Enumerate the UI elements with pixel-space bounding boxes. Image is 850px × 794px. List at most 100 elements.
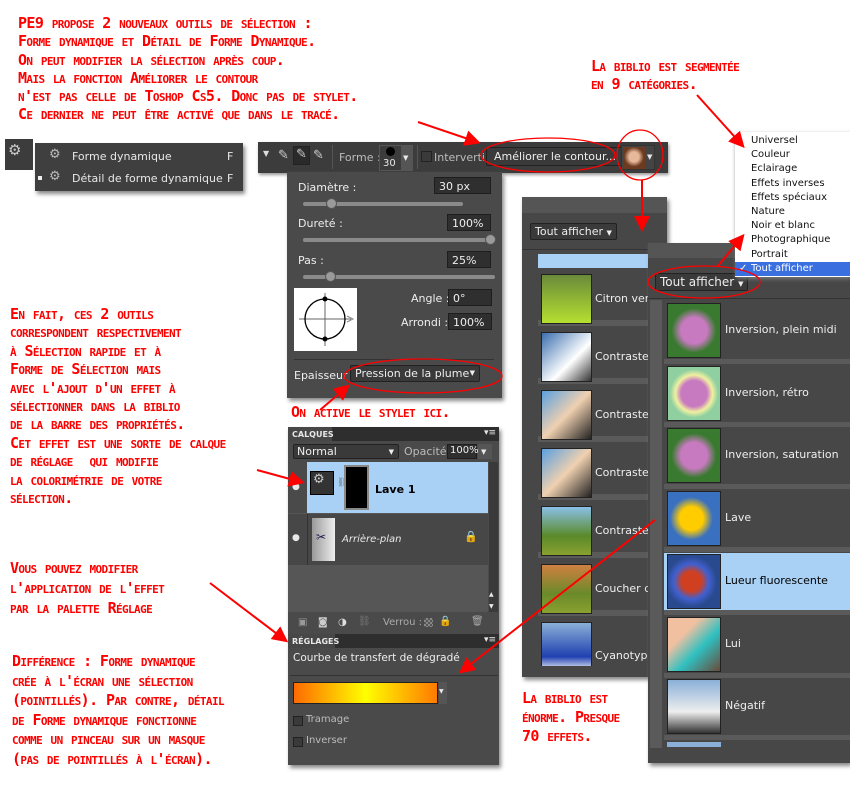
layers-scrollbar[interactable]: ▲ ▼ <box>489 462 498 612</box>
category-menu-item[interactable]: Noir et blanc <box>735 219 850 233</box>
gradient-dropdown-icon[interactable]: ▼ <box>439 682 447 704</box>
effect-list-item[interactable]: Inversion, saturation <box>664 427 850 485</box>
effect-list-item[interactable]: Cyanotype <box>538 622 666 666</box>
panel-menu-icon[interactable]: ▾≡ <box>484 428 496 438</box>
chevron-down-icon: ▼ <box>388 448 394 456</box>
pas-input[interactable]: 25% <box>447 251 491 268</box>
category-label: Tout afficher <box>751 262 813 274</box>
layers-panel-header: CALQUES ▾≡ <box>288 427 499 441</box>
category-menu-item[interactable]: Photographique <box>735 233 850 247</box>
panel-menu-icon[interactable]: ▾≡ <box>484 635 496 645</box>
trash-icon[interactable]: 🗑 <box>471 616 484 627</box>
list-scroll-track[interactable] <box>650 300 662 748</box>
opacity-input[interactable]: 100% <box>447 444 479 459</box>
add-mask-icon[interactable]: ◙ <box>318 617 328 628</box>
menu-item-forme-dynamique[interactable]: ⚙ Forme dynamique F <box>35 146 243 166</box>
note-stylet: On active le stylet ici. <box>291 403 451 421</box>
blend-mode-dropdown[interactable]: Normal ▼ <box>293 444 399 459</box>
list-item-partial[interactable] <box>667 742 721 747</box>
brush-shape-preview[interactable] <box>294 288 357 351</box>
diametre-slider[interactable] <box>303 198 463 209</box>
category-menu-item[interactable]: Nature <box>735 205 850 219</box>
new-layer-icon[interactable]: ▣ <box>298 617 307 628</box>
inverser-checkbox[interactable] <box>293 737 303 747</box>
effect-list-item[interactable]: Citron vert <box>538 274 666 326</box>
note-reglage: Vous pouvez modifier l'application de l'… <box>10 559 165 617</box>
list-item-partial[interactable] <box>538 254 666 268</box>
category-label: Universel <box>751 135 798 146</box>
category-menu-item[interactable]: Effets inverses <box>735 177 850 191</box>
link-icon[interactable]: ⛓ <box>358 616 371 627</box>
effect-thumbnail <box>667 428 721 484</box>
opacity-dropdown-arrow-icon[interactable]: ▼ <box>478 444 492 459</box>
divider <box>332 145 333 169</box>
effect-list-item[interactable]: Contraste r <box>538 506 666 558</box>
gradient-editor[interactable] <box>293 682 438 704</box>
layer-mask-thumbnail[interactable] <box>344 465 369 510</box>
angle-input[interactable]: 0° <box>448 289 492 306</box>
adjustment-layer-icon[interactable]: ◑ <box>338 617 347 628</box>
arrondi-input[interactable]: 100% <box>448 313 492 330</box>
category-menu: Universel Couleur Eclairage Effets inverses… <box>735 132 850 277</box>
category-label: Effets spéciaux <box>751 191 828 203</box>
category-menu-item[interactable]: Universel <box>735 134 850 148</box>
note-en-fait: En fait, ces 2 outils correspondent resp… <box>10 305 226 508</box>
slider-knob[interactable] <box>324 271 336 282</box>
category-filter-dropdown[interactable]: Tout afficher ▼ <box>530 223 617 240</box>
visibility-eye-icon[interactable]: ● <box>292 533 300 543</box>
category-menu-item[interactable]: ✓ Tout afficher <box>735 261 850 276</box>
lock-transparency-icon[interactable] <box>424 618 433 627</box>
new-selection-brush-icon[interactable]: ✎ <box>278 148 289 163</box>
effect-list-item[interactable]: Contraste a <box>538 332 666 384</box>
tab-calques[interactable]: CALQUES <box>288 427 334 441</box>
tab-reglages[interactable]: RÉGLAGES <box>288 634 339 648</box>
subtract-selection-brush-icon[interactable]: ✎ <box>313 148 324 163</box>
effect-list-item[interactable]: Contraste f <box>538 448 666 500</box>
category-menu-item[interactable]: Eclairage <box>735 162 850 176</box>
category-label: Effets inverses <box>751 177 825 189</box>
effect-list-item[interactable]: Contraste c <box>538 390 666 442</box>
divider <box>290 675 498 676</box>
adjustment-layer-thumbnail: ⚙ <box>310 471 334 495</box>
slider-knob[interactable] <box>325 198 337 209</box>
layer-row-lave[interactable]: ● ⚙ ⛓ Lave 1 <box>288 462 488 513</box>
ameliorer-contour-button[interactable]: Améliorer le contour... <box>486 147 625 166</box>
lock-all-icon[interactable]: 🔒 <box>439 616 451 627</box>
menu-item-detail-forme-dynamique[interactable]: ⚙ Détail de forme dynamique F <box>35 168 243 188</box>
effect-list-item[interactable]: Négatif <box>664 678 850 736</box>
category-menu-item[interactable]: Portrait <box>735 248 850 262</box>
effect-list-item[interactable]: Lui <box>664 615 850 673</box>
brush-size-picker[interactable]: 30 ▼ <box>379 145 413 171</box>
list-separator <box>664 547 850 553</box>
effects-list-back: Citron vert Contraste a Contraste c Contras… <box>538 254 666 666</box>
slider-knob[interactable] <box>485 234 496 245</box>
layer-row-arriere-plan[interactable]: ● ✂ Arrière-plan 🔒 <box>288 514 488 565</box>
category-menu-item[interactable]: Effets spéciaux <box>735 191 850 205</box>
durete-input[interactable]: 100% <box>447 214 491 231</box>
quick-selection-tool-button[interactable]: ⚙ <box>5 139 33 170</box>
effect-list-item[interactable]: Coucher de <box>538 564 666 616</box>
epaisseur-dropdown[interactable]: Pression de la plume ▼ <box>350 365 480 382</box>
scroll-down-icon[interactable]: ▼ <box>489 603 494 610</box>
effect-thumbnail <box>541 564 592 614</box>
effect-list-item[interactable]: Lueur fluorescente <box>664 552 850 610</box>
add-selection-brush-icon[interactable]: ✎ <box>293 146 310 165</box>
category-menu-item[interactable]: Couleur <box>735 148 850 162</box>
effect-list-item[interactable]: Inversion, rétro <box>664 364 850 422</box>
pas-slider[interactable] <box>303 271 495 282</box>
menu-triangle-icon[interactable]: ▼ <box>263 149 269 158</box>
gear-brush-icon: ⚙ <box>49 169 61 184</box>
scissors-image-thumbnail: ✂ <box>312 518 335 561</box>
divider <box>417 145 418 169</box>
visibility-eye-icon[interactable]: ● <box>288 462 307 513</box>
gear-brush-icon: ⚙ <box>8 141 22 159</box>
diametre-input[interactable]: 30 px <box>434 177 491 194</box>
effect-list-item[interactable]: Inversion, plein midi <box>664 302 850 359</box>
tramage-checkbox[interactable] <box>293 716 303 726</box>
effect-picker[interactable]: ▼ <box>621 145 655 170</box>
effect-list-item[interactable]: Lave <box>664 490 850 548</box>
list-separator <box>664 609 850 615</box>
intervertir-checkbox[interactable] <box>421 151 432 162</box>
durete-slider[interactable] <box>303 234 496 245</box>
scroll-up-icon[interactable]: ▲ <box>489 591 494 598</box>
